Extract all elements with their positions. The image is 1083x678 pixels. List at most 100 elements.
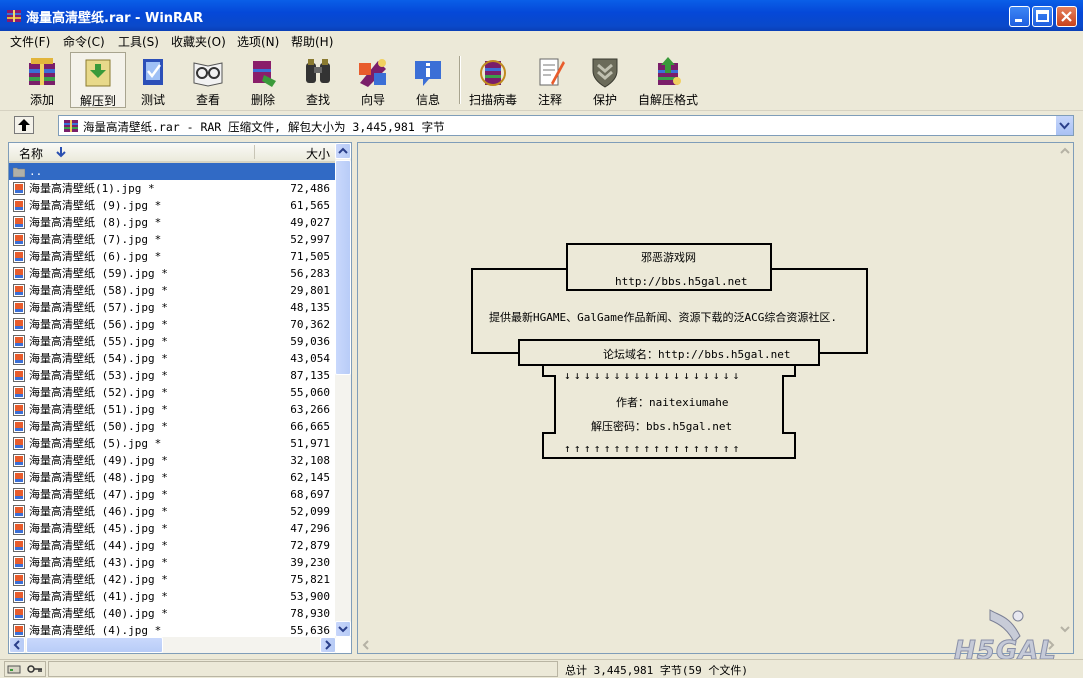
- jpg-file-icon: [13, 301, 25, 314]
- file-row[interactable]: 海量高清壁纸 (55).jpg * 59,036: [9, 333, 336, 350]
- column-name-header[interactable]: 名称: [19, 145, 43, 162]
- test-button[interactable]: 测试: [126, 52, 180, 108]
- scroll-left-button[interactable]: [9, 637, 25, 653]
- file-name: 海量高清壁纸 (41).jpg *: [29, 590, 168, 603]
- minimize-button[interactable]: [1009, 6, 1030, 27]
- jpg-file-icon: [13, 454, 25, 467]
- file-row[interactable]: 海量高清壁纸 (54).jpg * 43,054: [9, 350, 336, 367]
- menu-file[interactable]: 文件(F): [10, 33, 50, 50]
- sort-down-icon: [56, 147, 66, 158]
- jpg-file-icon: [13, 352, 25, 365]
- delete-button[interactable]: 删除: [236, 52, 290, 108]
- title-bar[interactable]: 海量高清壁纸.rar - WinRAR: [0, 0, 1083, 31]
- file-row[interactable]: 海量高清壁纸 (47).jpg * 68,697: [9, 486, 336, 503]
- file-row[interactable]: 海量高清壁纸 (59).jpg * 56,283: [9, 265, 336, 282]
- scroll-down-button[interactable]: [335, 621, 351, 637]
- jpg-file-icon: [13, 539, 25, 552]
- file-row[interactable]: 海量高清壁纸 (43).jpg * 39,230: [9, 554, 336, 571]
- horizontal-scroll-thumb[interactable]: [26, 637, 163, 653]
- column-size-header[interactable]: 大小: [306, 145, 330, 162]
- file-row[interactable]: 海量高清壁纸 (45).jpg * 47,296: [9, 520, 336, 537]
- file-row[interactable]: 海量高清壁纸 (46).jpg * 52,099: [9, 503, 336, 520]
- file-size: 48,135: [290, 301, 330, 314]
- jpg-file-icon: [13, 233, 25, 246]
- file-row[interactable]: 海量高清壁纸 (50).jpg * 66,665: [9, 418, 336, 435]
- file-row[interactable]: 海量高清壁纸 (40).jpg * 78,930: [9, 605, 336, 622]
- extract-to-button[interactable]: 解压到: [70, 52, 126, 108]
- wizard-button[interactable]: 向导: [346, 52, 400, 108]
- file-row[interactable]: 海量高清壁纸 (42).jpg * 75,821: [9, 571, 336, 588]
- jpg-file-icon: [13, 556, 25, 569]
- horizontal-scrollbar[interactable]: [9, 637, 336, 653]
- menu-options[interactable]: 选项(N): [237, 33, 279, 50]
- virus-scan-label: 扫描病毒: [468, 93, 517, 107]
- file-row[interactable]: 海量高清壁纸 (57).jpg * 48,135: [9, 299, 336, 316]
- column-divider[interactable]: [254, 145, 255, 159]
- view-button[interactable]: 查看: [180, 52, 236, 108]
- file-row[interactable]: 海量高清壁纸 (58).jpg * 29,801: [9, 282, 336, 299]
- test-label: 测试: [140, 93, 165, 107]
- file-row[interactable]: 海量高清壁纸 (44).jpg * 72,879: [9, 537, 336, 554]
- find-button[interactable]: 查找: [290, 52, 346, 108]
- comment-down-arrows: ↓↓↓↓↓↓↓↓↓↓↓↓↓↓↓↓↓↓: [564, 369, 743, 382]
- file-name: 海量高清壁纸 (7).jpg *: [29, 233, 162, 246]
- file-name: 海量高清壁纸 (42).jpg *: [29, 573, 168, 586]
- file-row[interactable]: 海量高清壁纸 (53).jpg * 87,135: [9, 367, 336, 384]
- up-one-level-button[interactable]: [14, 116, 34, 134]
- jpg-file-icon: [13, 437, 25, 450]
- vertical-scrollbar[interactable]: [335, 143, 351, 637]
- scroll-right-button[interactable]: [320, 637, 336, 653]
- file-row[interactable]: 海量高清壁纸 (48).jpg * 62,145: [9, 469, 336, 486]
- file-size: 39,230: [290, 556, 330, 569]
- file-list-panel: 名称 大小 .. 海量高清壁纸(1).jpg * 72,486 海量高清壁纸 (9)…: [8, 142, 352, 654]
- file-size: 56,283: [290, 267, 330, 280]
- menu-tools[interactable]: 工具(S): [118, 33, 159, 50]
- address-dropdown-button[interactable]: [1055, 116, 1073, 135]
- file-name: 海量高清壁纸 (56).jpg *: [29, 318, 168, 331]
- delete-icon: [253, 61, 276, 87]
- comment-vertical-scrollbar[interactable]: [1057, 143, 1073, 637]
- file-row[interactable]: 海量高清壁纸 (5).jpg * 51,971: [9, 435, 336, 452]
- address-field[interactable]: 海量高清壁纸.rar - RAR 压缩文件, 解包大小为 3,445,981 字…: [58, 115, 1074, 136]
- file-row[interactable]: 海量高清壁纸 (52).jpg * 55,060: [9, 384, 336, 401]
- menu-help[interactable]: 帮助(H): [291, 33, 333, 50]
- file-row[interactable]: 海量高清壁纸 (6).jpg * 71,505: [9, 248, 336, 265]
- file-row[interactable]: 海量高清壁纸 (8).jpg * 49,027: [9, 214, 336, 231]
- menu-favorites[interactable]: 收藏夹(O): [171, 33, 226, 50]
- menu-commands[interactable]: 命令(C): [63, 33, 105, 50]
- comment-button[interactable]: 注释: [524, 52, 576, 108]
- window-title: 海量高清壁纸.rar - WinRAR: [26, 11, 204, 26]
- jpg-file-icon: [13, 216, 25, 229]
- comment-panel: 邪恶游戏网 http://bbs.h5gal.net 提供最新HGAME、Gal…: [357, 142, 1074, 654]
- sfx-button[interactable]: 自解压格式: [634, 52, 702, 108]
- file-size: 70,362: [290, 318, 330, 331]
- toolbar-separator: [459, 56, 461, 104]
- parent-folder-row[interactable]: ..: [9, 163, 336, 180]
- jpg-file-icon: [13, 403, 25, 416]
- maximize-button[interactable]: [1032, 6, 1053, 27]
- file-row[interactable]: 海量高清壁纸 (7).jpg * 52,997: [9, 231, 336, 248]
- file-row[interactable]: 海量高清壁纸(1).jpg * 72,486: [9, 180, 336, 197]
- jpg-file-icon: [13, 369, 25, 382]
- scroll-up-button[interactable]: [335, 143, 351, 159]
- status-drive-panel[interactable]: [4, 661, 46, 677]
- file-row[interactable]: 海量高清壁纸 (56).jpg * 70,362: [9, 316, 336, 333]
- file-name: 海量高清壁纸 (8).jpg *: [29, 216, 162, 229]
- add-button[interactable]: 添加: [14, 52, 70, 108]
- info-button[interactable]: 信息: [400, 52, 456, 108]
- vertical-scroll-thumb[interactable]: [335, 160, 351, 375]
- chevron-right-icon: [325, 640, 332, 650]
- virus-scan-button[interactable]: 扫描病毒: [464, 52, 522, 108]
- file-name: 海量高清壁纸 (50).jpg *: [29, 420, 168, 433]
- file-size: 61,565: [290, 199, 330, 212]
- jpg-file-icon: [13, 386, 25, 399]
- protect-button[interactable]: 保护: [578, 52, 632, 108]
- jpg-file-icon: [13, 471, 25, 484]
- close-button[interactable]: [1056, 6, 1077, 27]
- file-row[interactable]: 海量高清壁纸 (9).jpg * 61,565: [9, 197, 336, 214]
- file-row[interactable]: 海量高清壁纸 (49).jpg * 32,108: [9, 452, 336, 469]
- protect-label: 保护: [592, 93, 617, 107]
- toolbar: 添加 解压到 测试 查看 删除 查找 向导 信息 扫描病毒 注释 保护 自解压格…: [0, 50, 1083, 111]
- file-row[interactable]: 海量高清壁纸 (41).jpg * 53,900: [9, 588, 336, 605]
- file-row[interactable]: 海量高清壁纸 (51).jpg * 63,266: [9, 401, 336, 418]
